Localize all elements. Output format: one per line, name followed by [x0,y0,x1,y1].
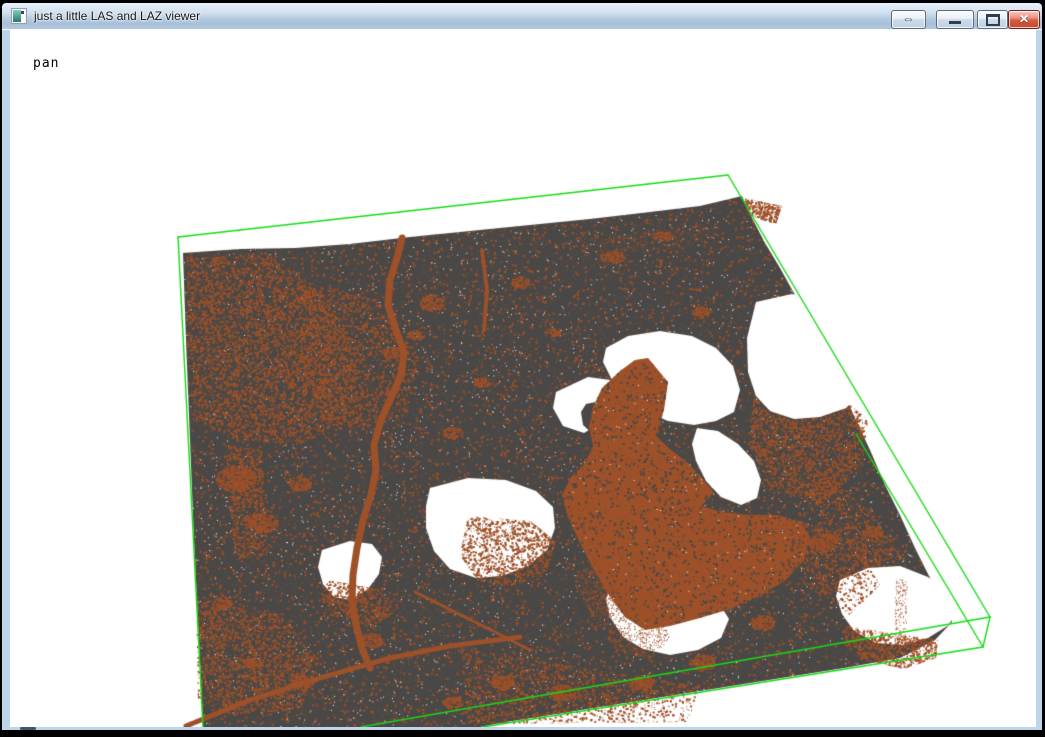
minimize-button[interactable] [936,10,974,29]
window-title: just a little LAS and LAZ viewer [34,9,200,23]
window-border-left [2,30,10,730]
double-arrow-icon: ⇔ [902,11,915,26]
resize-toggle-button[interactable]: ⇔ [891,10,926,29]
app-icon [11,8,27,24]
minimize-icon [949,21,961,24]
point-cloud-canvas[interactable] [10,30,1036,727]
maximize-icon [986,14,1000,26]
maximize-button[interactable] [977,10,1008,29]
desktop: { "title_bar": { "title": "just a little… [0,0,1045,737]
close-icon: ✕ [1019,12,1029,26]
window-border-bottom [2,727,1042,730]
close-button[interactable]: ✕ [1008,10,1040,29]
viewer-client-area: pan [10,30,1036,727]
window-border-right [1036,30,1042,730]
app-icon-dot [21,11,24,14]
viewer-window: just a little LAS and LAZ viewer ⇔ ✕ pan [2,3,1042,730]
titlebar[interactable]: just a little LAS and LAZ viewer ⇔ ✕ [2,3,1042,30]
mode-label: pan [33,56,59,71]
border-artifact [20,727,36,730]
